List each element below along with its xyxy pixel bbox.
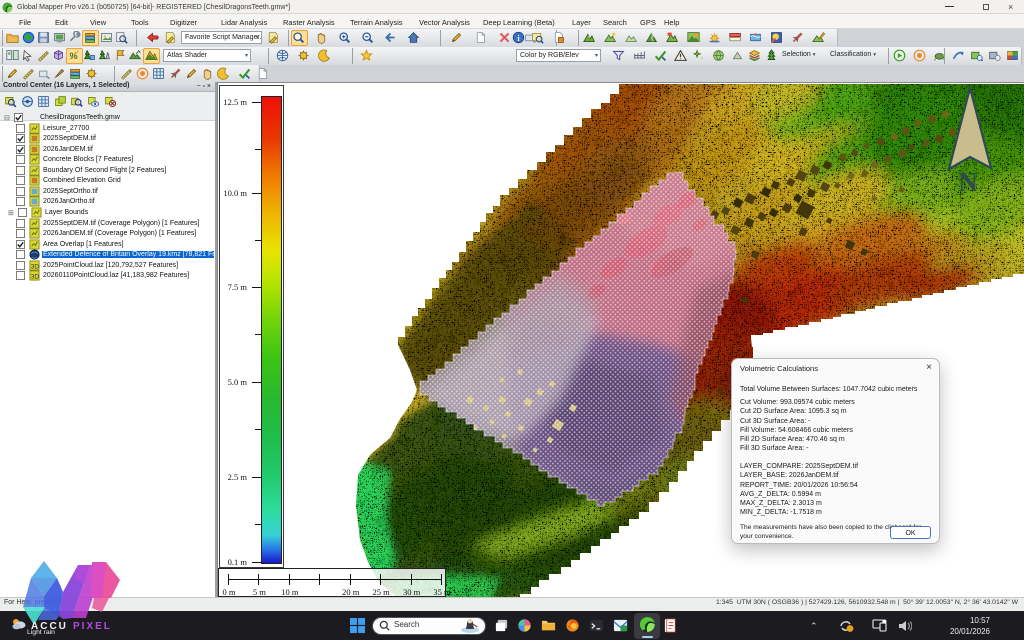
svg-text:ACCU: ACCU xyxy=(31,621,68,632)
svg-text:3D: 3D xyxy=(31,274,40,281)
svg-text:3D: 3D xyxy=(31,263,40,270)
svg-text:PIXEL: PIXEL xyxy=(73,621,112,632)
svg-text:N: N xyxy=(958,167,978,197)
